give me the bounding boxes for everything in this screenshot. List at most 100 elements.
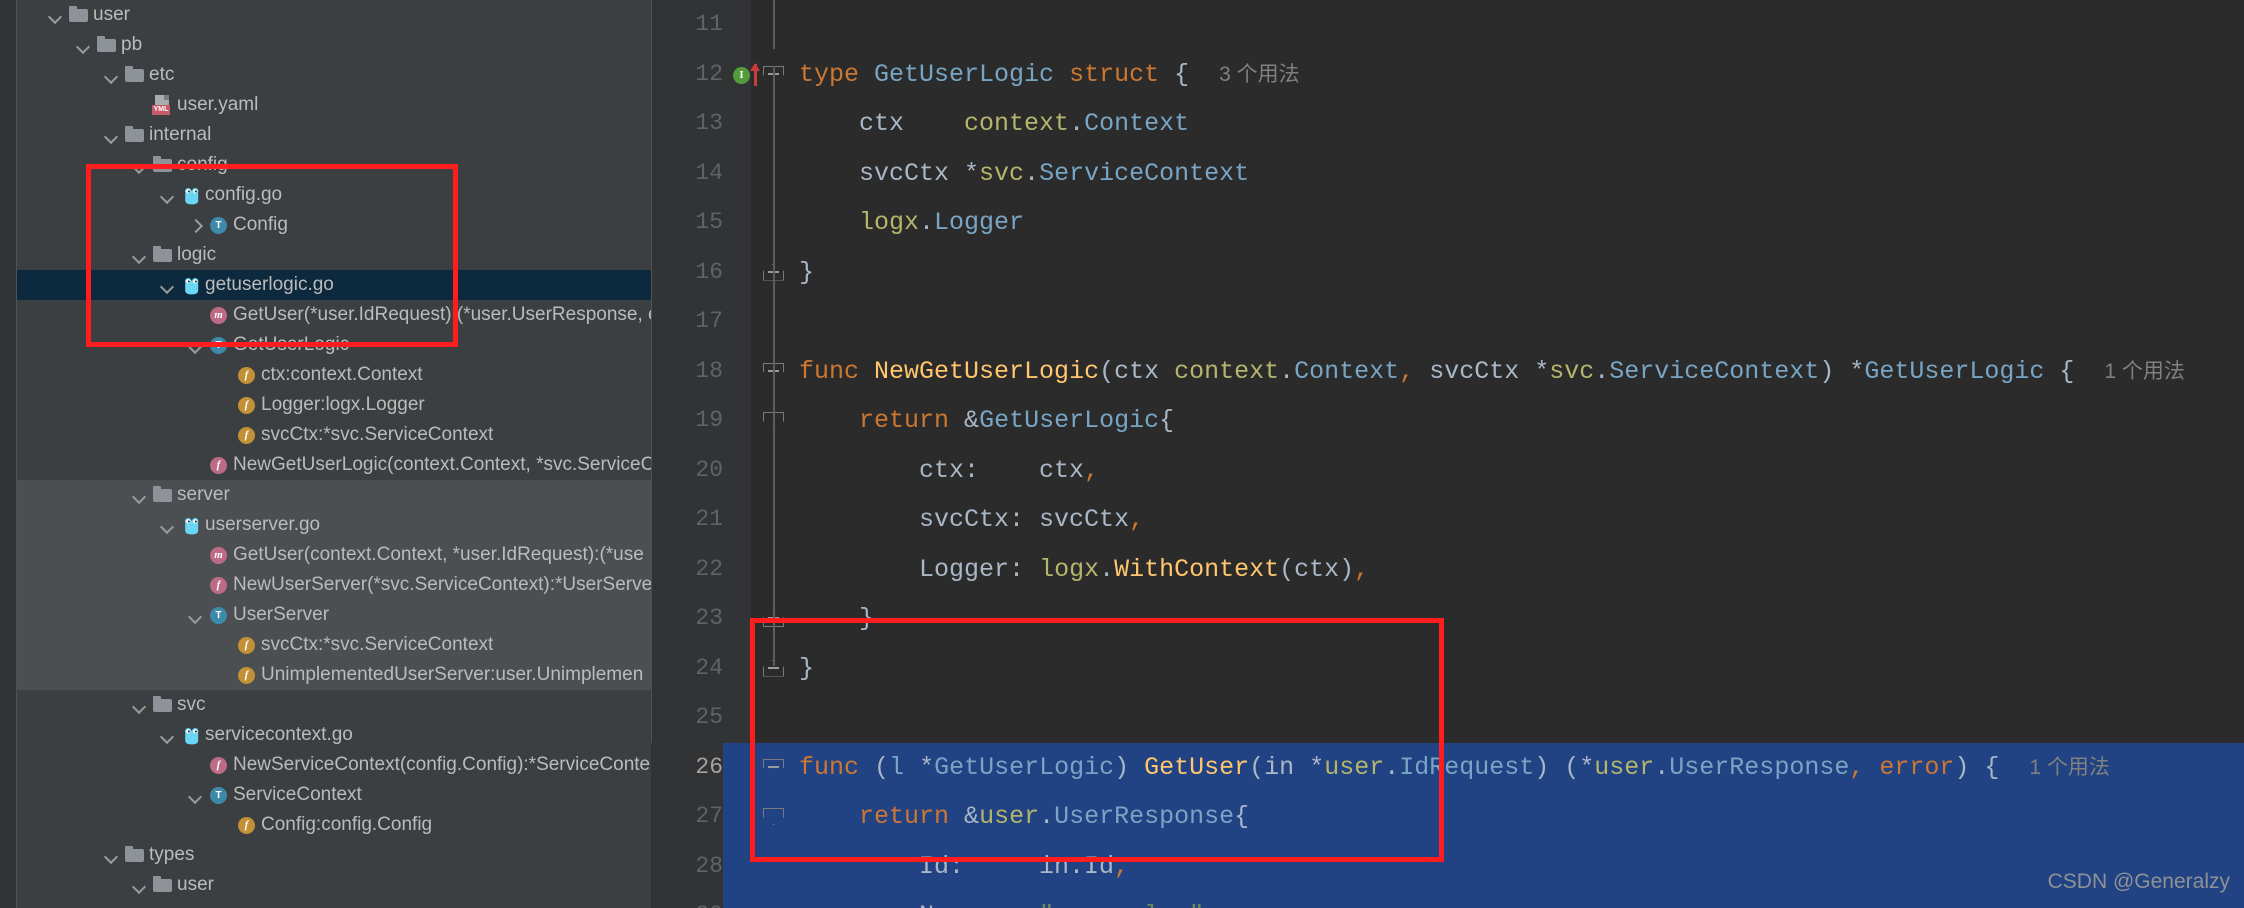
tree-item-newgetuserlogic-context-context-svc-servicec[interactable]: f NewGetUserLogic(context.Context, *svc.S… [17,450,651,480]
function-icon: f [207,450,233,480]
tree-item-getuser-user-idrequest-user-userresponse-e[interactable]: m GetUser(*user.IdRequest):(*user.UserRes… [17,300,651,330]
code-line-23[interactable]: 23 } [651,594,2244,644]
tree-item-svc[interactable]: svc [17,690,651,720]
tree-item-logger-logx-logger[interactable]: f Logger:logx.Logger [17,390,651,420]
code-line-11[interactable]: 11 [651,0,2244,50]
tree-item-etc[interactable]: etc [17,60,651,90]
tree-item-user-yaml[interactable]: YML user.yaml [17,90,651,120]
chevron-down-icon[interactable] [185,780,207,810]
code-line-12[interactable]: 12 Itype GetUserLogic struct { 3 个用法 [651,50,2244,100]
editor-area[interactable]: 11 12 Itype GetUserLogic struct { 3 个用法 13 … [651,0,2244,908]
yaml-file-icon: YML [151,90,177,120]
tree-item-label: logic [177,244,217,265]
tree-item-server[interactable]: server [17,480,651,510]
fold-connector-line [773,66,775,666]
tree-item-label: NewUserServer(*svc.ServiceContext):*User… [233,574,651,595]
tree-item-userserver-go[interactable]: userserver.go [17,510,651,540]
code-line-14[interactable]: 14 svcCtx *svc.ServiceContext [651,149,2244,199]
tree-item-label: ServiceContext [233,784,362,805]
no-chevron [185,540,207,570]
code-line-17[interactable]: 17 [651,297,2244,347]
code-text: } [799,653,815,683]
chevron-down-icon[interactable] [185,600,207,630]
tree-item-newservicecontext-config-config-serviceconte[interactable]: f NewServiceContext(config.Config):*Servi… [17,750,651,780]
chevron-down-icon[interactable] [101,120,123,150]
tree-item-getuser-context-context-user-idrequest-use[interactable]: m GetUser(context.Context, *user.IdReques… [17,540,651,570]
code-line-15[interactable]: 15 logx.Logger [651,198,2244,248]
chevron-down-icon[interactable] [45,0,67,30]
chevron-down-icon[interactable] [185,330,207,360]
tree-item-user[interactable]: user [17,0,651,30]
tree-item-config-go[interactable]: config.go [17,180,651,210]
tree-item-svcctx-svc-servicecontext[interactable]: f svcCtx:*svc.ServiceContext [17,630,651,660]
chevron-down-icon[interactable] [129,480,151,510]
fold-collapse-icon[interactable] [763,808,785,826]
chevron-down-icon[interactable] [73,30,95,60]
tree-item-label: server [177,484,230,505]
line-number: 17 [695,308,723,334]
line-number: 29 [651,891,723,908]
code-line-13[interactable]: 13 ctx context.Context [651,99,2244,149]
code-line-22[interactable]: 22 Logger: logx.WithContext(ctx), [651,545,2244,595]
tree-item-label: NewGetUserLogic(context.Context, *svc.Se… [233,454,651,475]
code-line-19[interactable]: 19 return &GetUserLogic{ [651,396,2244,446]
tree-item-config[interactable]: config [17,150,651,180]
project-tool-window[interactable]: user pb etc YML user.yaml internal config confi… [0,0,651,908]
code-line-28[interactable]: 28 Id: in.Id, [651,841,2244,891]
tree-item-types[interactable]: types [17,840,651,870]
code-line-26[interactable]: 26 func (l *GetUserLogic) GetUser(in *use… [651,742,2244,792]
code-text: svcCtx: svcCtx, [919,505,1145,534]
chevron-down-icon[interactable] [157,720,179,750]
tree-item-getuserlogic[interactable]: T GetUserLogic [17,330,651,360]
no-chevron [213,420,235,450]
field-icon: f [235,810,261,840]
tree-item-getuserlogic-go[interactable]: getuserlogic.go [17,270,651,300]
code-line-24[interactable]: 24} [651,644,2244,694]
tree-item-unimplementeduserserver-user-unimplemen[interactable]: f UnimplementedUserServer:user.Unimplemen [17,660,651,690]
code-lines[interactable]: 11 12 Itype GetUserLogic struct { 3 个用法 13 … [651,0,2244,908]
tree-item-logic[interactable]: logic [17,240,651,270]
code-line-21[interactable]: 21 svcCtx: svcCtx, [651,495,2244,545]
tree-item-label: GetUser(context.Context, *user.IdRequest… [233,544,644,565]
tree-item-servicecontext[interactable]: T ServiceContext [17,780,651,810]
tree-item-userserver[interactable]: T UserServer [17,600,651,630]
chevron-down-icon[interactable] [129,150,151,180]
chevron-down-icon[interactable] [101,840,123,870]
tree-item-user[interactable]: user [17,870,651,900]
no-chevron [213,660,235,690]
chevron-down-icon[interactable] [129,240,151,270]
tree-item-config-config-config[interactable]: f Config:config.Config [17,810,651,840]
chevron-down-icon[interactable] [101,60,123,90]
field-icon: f [235,360,261,390]
project-tree-list[interactable]: user pb etc YML user.yaml internal config confi… [17,0,651,900]
tree-item-config[interactable]: T Config [17,210,651,240]
chevron-down-icon[interactable] [157,510,179,540]
code-line-16[interactable]: 16} [651,248,2244,298]
chevron-right-icon[interactable] [185,210,207,240]
tree-item-pb[interactable]: pb [17,30,651,60]
chevron-down-icon[interactable] [129,870,151,900]
code-line-27[interactable]: 27 return &user.UserResponse{ [651,792,2244,842]
type-icon: T [207,210,233,240]
no-chevron [185,450,207,480]
no-chevron [185,750,207,780]
chevron-down-icon[interactable] [129,690,151,720]
code-text: return &user.UserResponse{ [859,802,1250,831]
code-line-18[interactable]: 18 func NewGetUserLogic(ctx context.Conte… [651,347,2244,397]
function-icon: f [207,750,233,780]
line-number: 27 [651,792,723,842]
code-line-25[interactable]: 25 [651,693,2244,743]
line-number: 15 [695,209,723,235]
tree-item-internal[interactable]: internal [17,120,651,150]
tree-item-servicecontext-go[interactable]: servicecontext.go [17,720,651,750]
line-number: 28 [651,841,723,891]
tree-item-svcctx-svc-servicecontext[interactable]: f svcCtx:*svc.ServiceContext [17,420,651,450]
chevron-down-icon[interactable] [157,270,179,300]
folder-icon [123,60,149,90]
tree-item-newuserserver-svc-servicecontext-userserver[interactable]: f NewUserServer(*svc.ServiceContext):*Use… [17,570,651,600]
code-line-29[interactable]: 29 Name: "generalzy", [651,891,2244,908]
tree-item-ctx-context-context[interactable]: f ctx:context.Context [17,360,651,390]
fold-collapse-icon[interactable] [763,758,785,777]
chevron-down-icon[interactable] [157,180,179,210]
code-line-20[interactable]: 20 ctx: ctx, [651,446,2244,496]
